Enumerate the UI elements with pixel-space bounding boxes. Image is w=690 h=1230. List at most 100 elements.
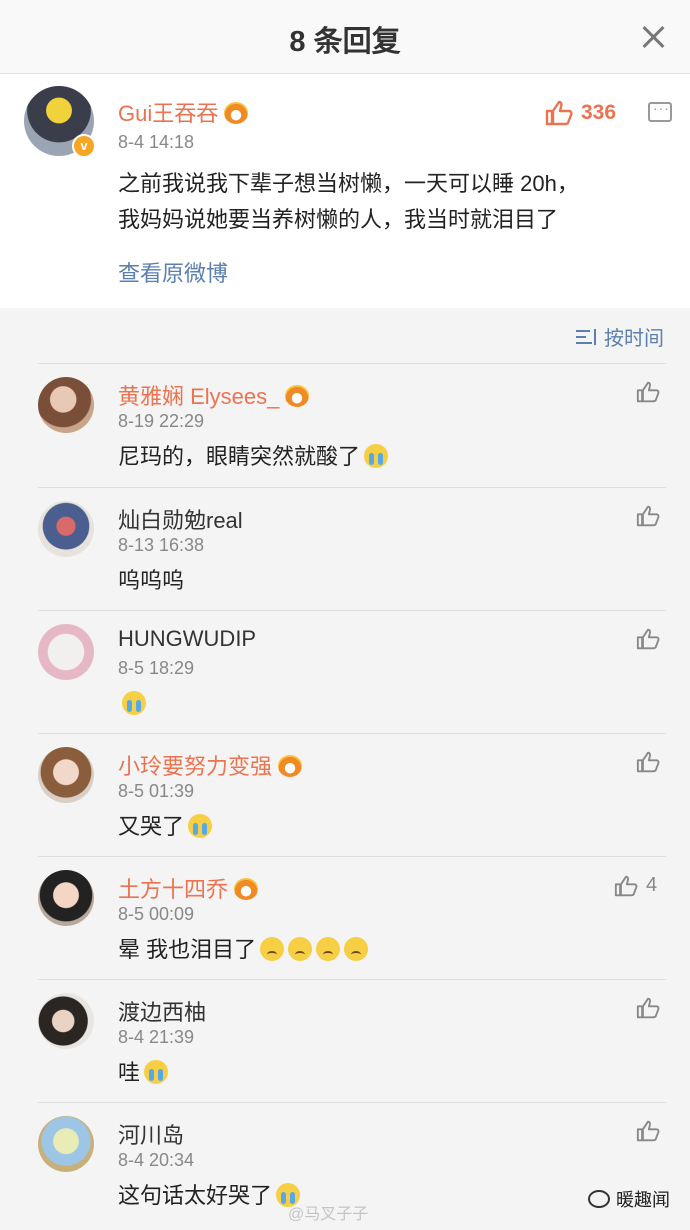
like-count: 336 bbox=[581, 101, 617, 124]
avatar[interactable] bbox=[38, 993, 94, 1049]
comment-text bbox=[118, 686, 146, 722]
comment-text: 又哭了 bbox=[118, 809, 213, 845]
divider bbox=[38, 979, 666, 980]
verified-icon: v bbox=[72, 134, 96, 158]
comment-text-content: 晕 我也泪目了 bbox=[118, 937, 257, 962]
thumbs-up-icon bbox=[614, 875, 638, 896]
avatar[interactable] bbox=[38, 377, 94, 433]
vip-crown-icon bbox=[285, 385, 310, 407]
comment-like-button[interactable] bbox=[636, 505, 660, 527]
comment-text-content: 这句话太好哭了 bbox=[118, 1183, 273, 1208]
post-time: 8-4 14:18 bbox=[118, 132, 195, 152]
avatar[interactable] bbox=[38, 1116, 94, 1172]
close-icon[interactable] bbox=[638, 22, 668, 52]
page-title: 8 条回复 bbox=[289, 26, 401, 58]
divider bbox=[38, 733, 666, 734]
vip-crown-icon bbox=[278, 755, 303, 777]
comment-username[interactable]: 小玲要努力变强 bbox=[118, 749, 303, 781]
comment-like-button[interactable] bbox=[636, 381, 660, 403]
comment-time: 8-5 18:29 bbox=[118, 658, 195, 678]
comment-text-content: 哇 bbox=[118, 1060, 141, 1085]
comment-username-text: 土方十四乔 bbox=[118, 877, 229, 902]
comment-like-button[interactable] bbox=[636, 751, 660, 773]
comment-text: 呜呜呜 bbox=[118, 563, 184, 599]
sad-emoji-icon bbox=[344, 937, 369, 961]
comment-time: 8-5 01:39 bbox=[118, 781, 195, 801]
divider bbox=[38, 856, 666, 857]
sad-emoji-icon bbox=[260, 937, 285, 961]
comment-like-button[interactable] bbox=[636, 997, 660, 1019]
post-text-line2: 我妈妈说她要当养树懒的人，我当时就泪目了 bbox=[118, 207, 559, 232]
vip-crown-icon bbox=[224, 102, 249, 124]
crying-emoji-icon bbox=[122, 691, 146, 715]
thumbs-up-icon bbox=[636, 381, 660, 403]
comment-username[interactable]: 黄雅娴 Elysees_ bbox=[118, 379, 310, 411]
comment-text: 尼玛的，眼睛突然就酸了 bbox=[118, 439, 389, 475]
comment-like-button[interactable]: 4 bbox=[614, 874, 657, 897]
header-bar: 8 条回复 bbox=[0, 0, 690, 74]
crying-emoji-icon bbox=[364, 444, 389, 468]
avatar[interactable] bbox=[38, 501, 94, 557]
post-username[interactable]: Gui王吞吞 bbox=[118, 96, 249, 128]
sort-by-time-button[interactable]: 按时间 bbox=[576, 322, 664, 351]
comment-like-button[interactable] bbox=[636, 628, 660, 650]
comment-username-text: 黄雅娴 Elysees_ bbox=[118, 384, 280, 409]
comment-text-content: 又哭了 bbox=[118, 814, 185, 839]
watermark: @马叉子子 bbox=[288, 1206, 369, 1223]
comment-username[interactable]: 土方十四乔 bbox=[118, 872, 259, 904]
sort-icon bbox=[576, 328, 598, 346]
crying-emoji-icon bbox=[144, 1060, 169, 1084]
comment-username[interactable]: HUNGWUDIP bbox=[118, 626, 256, 652]
main-post: v Gui王吞吞 8-4 14:18 336 之前我说我下辈子想当树懒，一天可以… bbox=[0, 74, 690, 308]
comment-username[interactable]: 灿白勋勉real bbox=[118, 503, 243, 535]
comment-like-count: 4 bbox=[646, 874, 658, 896]
post-username-text: Gui王吞吞 bbox=[118, 101, 219, 126]
comment-username-text: 小玲要努力变强 bbox=[118, 754, 273, 779]
comment-text-content: 呜呜呜 bbox=[118, 568, 185, 593]
thumbs-up-icon bbox=[636, 505, 660, 527]
comment-item: HUNGWUDIP 8-5 18:29 bbox=[0, 610, 690, 733]
comment-item: 黄雅娴 Elysees_ 8-19 22:29 尼玛的，眼睛突然就酸了 bbox=[0, 363, 690, 486]
comment-text: 这句话太好哭了 bbox=[118, 1178, 301, 1214]
vip-crown-icon bbox=[234, 878, 259, 900]
comment-like-button[interactable] bbox=[636, 1120, 660, 1142]
comment-time: 8-5 00:09 bbox=[118, 904, 195, 924]
sort-label: 按时间 bbox=[604, 328, 664, 350]
comment-item: 土方十四乔 8-5 00:09 晕 我也泪目了 4 bbox=[0, 856, 690, 979]
thumbs-up-icon bbox=[545, 100, 573, 126]
divider bbox=[38, 487, 666, 488]
comment-username[interactable]: 河川岛 bbox=[118, 1118, 184, 1150]
view-original-link[interactable]: 查看原微博 bbox=[118, 256, 228, 288]
wechat-icon bbox=[588, 1190, 610, 1208]
divider bbox=[38, 610, 666, 611]
comment-time: 8-4 20:34 bbox=[118, 1150, 195, 1170]
divider bbox=[38, 1102, 666, 1103]
brand-name: 暖趣闻 bbox=[616, 1190, 670, 1210]
avatar[interactable] bbox=[38, 624, 94, 680]
comment-text-content: 尼玛的，眼睛突然就酸了 bbox=[118, 444, 361, 469]
brand-logo: 暖趣闻 bbox=[588, 1186, 670, 1212]
comment-item: 灿白勋勉real 8-13 16:38 呜呜呜 bbox=[0, 487, 690, 610]
comment-time: 8-13 16:38 bbox=[118, 535, 205, 555]
avatar[interactable] bbox=[38, 747, 94, 803]
comment-text: 晕 我也泪目了 bbox=[118, 932, 369, 968]
sad-emoji-icon bbox=[288, 937, 313, 961]
crying-emoji-icon bbox=[188, 814, 213, 838]
comment-username-text: 河川岛 bbox=[118, 1123, 185, 1148]
thumbs-up-icon bbox=[636, 997, 660, 1019]
post-text-line1: 之前我说我下辈子想当树懒，一天可以睡 20h， bbox=[118, 171, 579, 196]
avatar[interactable] bbox=[38, 870, 94, 926]
comment-icon[interactable] bbox=[648, 100, 672, 122]
comment-username-text: 渡边西柚 bbox=[118, 1000, 207, 1025]
comment-time: 8-4 21:39 bbox=[118, 1027, 195, 1047]
comment-item: 渡边西柚 8-4 21:39 哇 bbox=[0, 979, 690, 1102]
like-button[interactable]: 336 bbox=[545, 100, 616, 126]
comment-username-text: HUNGWUDIP bbox=[118, 626, 257, 651]
thumbs-up-icon bbox=[636, 628, 660, 650]
sad-emoji-icon bbox=[316, 937, 341, 961]
comment-item: 小玲要努力变强 8-5 01:39 又哭了 bbox=[0, 733, 690, 856]
comment-username[interactable]: 渡边西柚 bbox=[118, 995, 206, 1027]
comment-time: 8-19 22:29 bbox=[118, 411, 205, 431]
comment-text: 哇 bbox=[118, 1055, 169, 1091]
thumbs-up-icon bbox=[636, 1120, 660, 1142]
